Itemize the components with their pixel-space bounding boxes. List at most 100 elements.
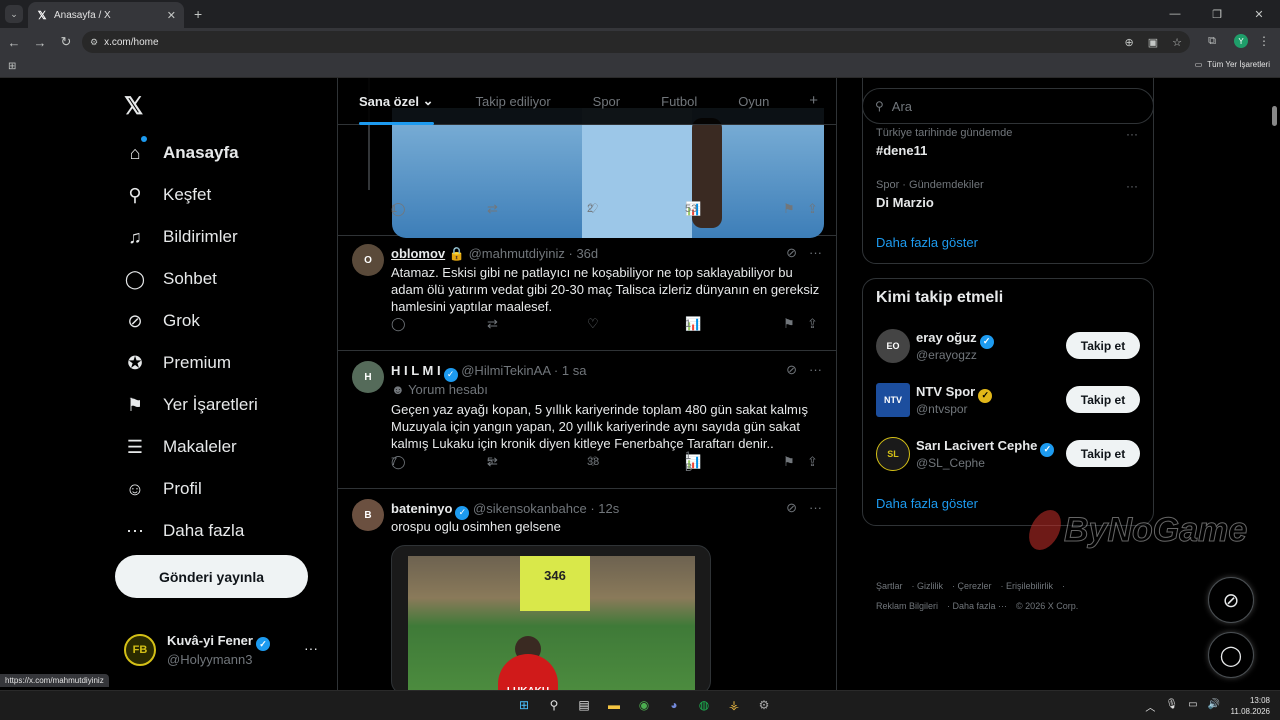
browser-menu-icon[interactable]: ⋮	[1258, 34, 1270, 48]
sidebar-item-bildirimler[interactable]: ♫ Bildirimler	[120, 216, 258, 258]
file-explorer-icon[interactable]: ▬	[604, 695, 624, 715]
site-info-icon[interactable]: ⚙	[90, 37, 98, 48]
all-bookmarks-button[interactable]: ▭ Tüm Yer İşaretleri	[1195, 60, 1270, 69]
close-window-button[interactable]: ✕	[1238, 0, 1280, 28]
sidebar-item-profil[interactable]: ☺ Profil	[120, 468, 258, 510]
profile-avatar[interactable]: Y	[1234, 34, 1248, 48]
post-author-handle[interactable]: @HilmiTekinAA	[461, 363, 550, 378]
post-more-icon[interactable]: ···	[809, 500, 822, 516]
sidebar-item-anasayfa[interactable]: ⌂ Anasayfa	[120, 132, 258, 174]
tab-search-button[interactable]: ⌄	[5, 5, 23, 23]
post-author-name[interactable]: oblomov	[391, 246, 445, 261]
taskbar-clock[interactable]: 13:08 11.08.2026	[1231, 695, 1270, 717]
post-media-image[interactable]: 346 LUKAKU	[391, 545, 711, 690]
grok-explain-icon[interactable]: ⊘	[786, 245, 797, 261]
extensions-icon[interactable]: ⧉	[1208, 35, 1216, 48]
grok-explain-icon[interactable]: ⊘	[786, 362, 797, 378]
tab-oyun[interactable]: Oyun	[738, 78, 769, 125]
articles-icon: ☰	[126, 436, 144, 457]
cast-icon[interactable]: ▣	[1148, 36, 1158, 49]
follow-button[interactable]: Takip et	[1066, 386, 1140, 413]
sidebar-item-premium[interactable]: ✪ Premium	[120, 342, 258, 384]
maximize-button[interactable]: ❐	[1196, 0, 1238, 28]
feed-post[interactable]: O oblomov 🔒 @mahmutdiyiniz · 36d ⊘ ··· At…	[338, 236, 836, 351]
post-time[interactable]: · 1 sa	[554, 363, 587, 378]
post-avatar[interactable]: B	[352, 499, 384, 531]
follow-suggestion[interactable]: EO eray oğuz ✓ @erayogzz Takip et	[876, 326, 1142, 366]
chrome-icon[interactable]: ◉	[634, 695, 654, 715]
footer-cookies[interactable]: Çerezler	[958, 581, 992, 591]
sidebar-item-makaleler[interactable]: ☰ Makaleler	[120, 426, 258, 468]
post-more-icon[interactable]: ···	[809, 245, 822, 261]
post-author-name[interactable]: H I L M I	[391, 363, 441, 378]
post-author-handle[interactable]: @mahmutdiyiniz	[469, 246, 565, 261]
volume-icon[interactable]: 🔊	[1208, 699, 1220, 714]
grok-explain-icon[interactable]: ⊘	[786, 500, 797, 516]
follow-suggestion[interactable]: NTV NTV Spor ✓ @ntvspor Takip et	[876, 380, 1142, 420]
forward-button[interactable]: →	[28, 35, 52, 50]
search-taskbar-icon[interactable]: ⚲	[544, 695, 564, 715]
post-time[interactable]: · 12s	[590, 501, 619, 516]
footer-privacy[interactable]: Gizlilik	[917, 581, 943, 591]
browser-tab[interactable]: 𝕏 Anasayfa / X ✕	[28, 2, 184, 28]
taskview-icon[interactable]: ▤	[574, 695, 594, 715]
start-icon[interactable]: ⊞	[514, 695, 534, 715]
spotify-icon[interactable]: ◍	[694, 695, 714, 715]
post-more-icon[interactable]: ···	[809, 362, 822, 378]
microphone-icon[interactable]: 🎙	[1165, 699, 1178, 714]
sidebar-item-keşfet[interactable]: ⚲ Keşfet	[120, 174, 258, 216]
steam-icon[interactable]: ⚙	[754, 695, 774, 715]
trend-item[interactable]: Türkiye tarihinde gündemde #dene11 ···	[876, 127, 1146, 158]
reload-button[interactable]: ↻	[54, 34, 78, 50]
feed-post[interactable]: H H I L M I ✓ @HilmiTekinAA · 1 sa ☻ Yoru…	[338, 351, 836, 489]
account-more-icon[interactable]: ···	[304, 640, 318, 656]
footer-ad-info[interactable]: Reklam Bilgileri	[876, 601, 938, 611]
search-input[interactable]: ⚲ Ara	[862, 88, 1154, 124]
post-avatar[interactable]: H	[352, 361, 384, 393]
footer-more[interactable]: Daha fazla ···	[953, 601, 1008, 611]
follow-button[interactable]: Takip et	[1066, 440, 1140, 467]
sidebar-item-daha-fazla[interactable]: ⋯ Daha fazla	[120, 510, 258, 552]
post-author-name[interactable]: bateninyo	[391, 501, 452, 516]
tab-futbol[interactable]: Futbol	[661, 78, 697, 125]
sidebar-item-yer-i-şaretleri[interactable]: ⚑ Yer İşaretleri	[120, 384, 258, 426]
tab-takip-ediliyor[interactable]: Takip ediliyor	[476, 78, 551, 125]
page-scrollbar[interactable]	[1272, 106, 1277, 126]
tray-chevron-icon[interactable]: ︿	[1145, 699, 1155, 714]
account-switcher[interactable]: FB Kuvâ-yi Fener ✓ @Holyymann3 ···	[124, 630, 324, 670]
new-tab-button[interactable]: +	[194, 6, 202, 22]
trend-more-icon[interactable]: ···	[1126, 179, 1138, 193]
sidebar-item-sohbet[interactable]: ◯ Sohbet	[120, 258, 258, 300]
url-field[interactable]: ⚙ x.com/home ⊕ ▣ ☆	[82, 31, 1190, 53]
discord-icon[interactable]: ◕	[664, 695, 684, 715]
app-icon[interactable]: ⚶	[724, 695, 744, 715]
messages-fab-button[interactable]: ◯	[1208, 632, 1254, 678]
follow-button[interactable]: Takip et	[1066, 332, 1140, 359]
back-button[interactable]: ←	[2, 35, 26, 50]
minimize-button[interactable]: —	[1154, 0, 1196, 28]
grok-fab-button[interactable]: ⊘	[1208, 577, 1254, 623]
trends-show-more-link[interactable]: Daha fazla göster	[876, 235, 978, 250]
network-icon[interactable]: ▭	[1188, 699, 1197, 714]
zoom-icon[interactable]: ⊕	[1125, 36, 1134, 49]
tab-sana-ozel[interactable]: Sana özel ⌄	[359, 78, 434, 125]
star-icon[interactable]: ☆	[1172, 36, 1182, 49]
footer-accessibility[interactable]: Erişilebilirlik	[1006, 581, 1053, 591]
trend-item[interactable]: Spor · Gündemdekiler Di Marzio ···	[876, 179, 1146, 210]
apps-grid-icon[interactable]: ⊞	[8, 61, 16, 72]
follow-suggestion[interactable]: SL Sarı Lacivert Cephe ✓ @SL_Cephe Takip …	[876, 434, 1142, 474]
post-avatar[interactable]: O	[352, 244, 384, 276]
tab-spor[interactable]: Spor	[593, 78, 620, 125]
post-time[interactable]: · 36d	[569, 246, 599, 261]
footer-terms[interactable]: Şartlar	[876, 581, 903, 591]
feed-post[interactable]: B bateninyo ✓ @sikensokanbahce · 12s ⊘ ···…	[338, 489, 836, 690]
trend-more-icon[interactable]: ···	[1126, 127, 1138, 141]
tab-close-icon[interactable]: ✕	[167, 9, 176, 22]
follow-show-more-link[interactable]: Daha fazla göster	[876, 496, 978, 511]
share-icon: ⇪	[807, 454, 818, 469]
x-logo-icon[interactable]: 𝕏	[124, 92, 143, 121]
post-button[interactable]: Gönderi yayınla	[115, 555, 308, 598]
add-tab-icon[interactable]: +	[809, 92, 818, 109]
post-author-handle[interactable]: @sikensokanbahce	[473, 501, 587, 516]
sidebar-item-grok[interactable]: ⊘ Grok	[120, 300, 258, 342]
